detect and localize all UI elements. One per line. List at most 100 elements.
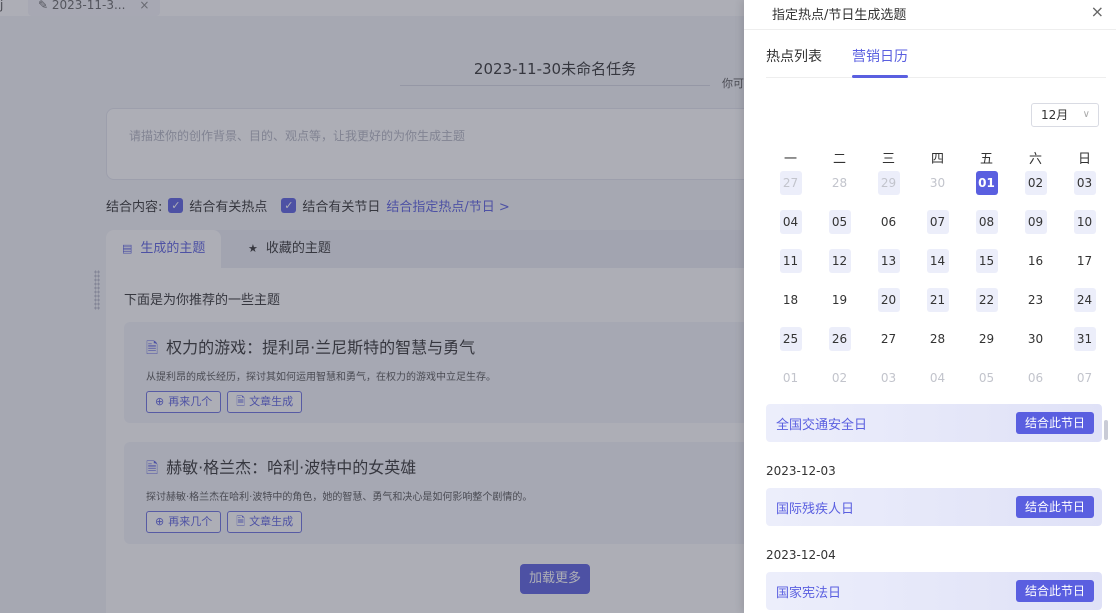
calendar-day[interactable]: 04 [913, 366, 962, 405]
calendar-day[interactable]: 13 [864, 249, 913, 288]
calendar-day[interactable]: 15 [962, 249, 1011, 288]
calendar-day-number: 19 [831, 293, 848, 307]
calendar-day[interactable]: 20 [864, 288, 913, 327]
calendar-day-number: 26 [828, 327, 851, 351]
calendar-day[interactable]: 12 [815, 249, 864, 288]
calendar-day-number: 05 [828, 210, 851, 234]
calendar-day[interactable]: 28 [913, 327, 962, 366]
holiday-name: 全国交通安全日 [776, 418, 868, 433]
calendar-day-number: 28 [929, 332, 946, 346]
calendar-day[interactable]: 11 [766, 249, 815, 288]
calendar-day-number: 25 [779, 327, 802, 351]
weekday-label: 六 [1028, 152, 1042, 167]
calendar-day-number: 30 [929, 176, 946, 190]
drawer-tabs: 热点列表 营销日历 [766, 44, 1106, 78]
calendar-day[interactable]: 18 [766, 288, 815, 327]
calendar-day[interactable]: 08 [962, 210, 1011, 249]
calendar-day-number: 29 [877, 171, 900, 195]
calendar-day[interactable]: 01 [766, 366, 815, 405]
calendar-day-number: 31 [1073, 327, 1096, 351]
calendar-day[interactable]: 30 [1011, 327, 1060, 366]
calendar-day[interactable]: 02 [815, 366, 864, 405]
calendar-day-number: 01 [975, 171, 998, 195]
calendar-day[interactable]: 17 [1060, 249, 1109, 288]
calendar-day[interactable]: 05 [815, 210, 864, 249]
calendar-day[interactable]: 31 [1060, 327, 1109, 366]
calendar-day-number: 06 [880, 215, 897, 229]
calendar-day[interactable]: 14 [913, 249, 962, 288]
calendar-day-number: 17 [1076, 254, 1093, 268]
calendar-day[interactable]: 22 [962, 288, 1011, 327]
calendar-day[interactable]: 29 [962, 327, 1011, 366]
calendar-day[interactable]: 01 [962, 171, 1011, 210]
hotspot-drawer: 指定热点/节日生成选题 × 热点列表 营销日历 12月 ∨ 一 二 三 四 五 … [744, 0, 1116, 613]
tab-hot-list[interactable]: 热点列表 [766, 46, 822, 66]
calendar-day-number: 04 [929, 371, 946, 385]
calendar-day[interactable]: 16 [1011, 249, 1060, 288]
combine-holiday-button[interactable]: 结合此节日 [1016, 496, 1094, 518]
calendar-day[interactable]: 29 [864, 171, 913, 210]
holiday-item: 国家宪法日 结合此节日 [766, 572, 1102, 610]
drawer-title: 指定热点/节日生成选题 [772, 8, 907, 23]
calendar-day[interactable]: 27 [766, 171, 815, 210]
weekday-label: 二 [832, 152, 846, 167]
holiday-name: 国家宪法日 [776, 586, 842, 601]
calendar-day[interactable]: 06 [864, 210, 913, 249]
calendar-day-number: 03 [1073, 171, 1096, 195]
weekday-label: 日 [1077, 152, 1091, 167]
drawer-header: 指定热点/节日生成选题 × [744, 0, 1116, 30]
calendar-day[interactable]: 02 [1011, 171, 1060, 210]
calendar-day-number: 05 [978, 371, 995, 385]
calendar-day-number: 16 [1027, 254, 1044, 268]
calendar-day[interactable]: 25 [766, 327, 815, 366]
calendar-day[interactable]: 26 [815, 327, 864, 366]
calendar-day[interactable]: 27 [864, 327, 913, 366]
calendar-day-number: 21 [926, 288, 949, 312]
calendar-day-number: 02 [1024, 171, 1047, 195]
active-tab-indicator [852, 75, 908, 78]
calendar-day[interactable]: 07 [913, 210, 962, 249]
calendar-day[interactable]: 19 [815, 288, 864, 327]
weekday-label: 三 [881, 152, 895, 167]
weekday-label: 四 [930, 152, 944, 167]
holiday-date: 2023-12-03 [766, 464, 836, 478]
calendar-day[interactable]: 30 [913, 171, 962, 210]
calendar-day[interactable]: 04 [766, 210, 815, 249]
calendar-day[interactable]: 28 [815, 171, 864, 210]
weekday-label: 一 [783, 152, 797, 167]
calendar-day-number: 03 [880, 371, 897, 385]
calendar-day[interactable]: 24 [1060, 288, 1109, 327]
calendar-day-number: 10 [1073, 210, 1096, 234]
calendar-day-number: 15 [975, 249, 998, 273]
calendar-day-number: 12 [828, 249, 851, 273]
calendar-day[interactable]: 10 [1060, 210, 1109, 249]
calendar-day[interactable]: 07 [1060, 366, 1109, 405]
calendar-day-number: 11 [779, 249, 802, 273]
calendar-day[interactable]: 23 [1011, 288, 1060, 327]
tab-marketing-calendar[interactable]: 营销日历 [852, 46, 908, 66]
calendar-day-number: 13 [877, 249, 900, 273]
calendar-day-number: 18 [782, 293, 799, 307]
calendar-day-number: 24 [1073, 288, 1096, 312]
calendar-day[interactable]: 06 [1011, 366, 1060, 405]
calendar-day-number: 02 [831, 371, 848, 385]
calendar-day[interactable]: 03 [1060, 171, 1109, 210]
calendar-day-number: 08 [975, 210, 998, 234]
close-icon[interactable]: × [1091, 2, 1104, 21]
calendar-day[interactable]: 03 [864, 366, 913, 405]
holiday-date: 2023-12-04 [766, 548, 836, 562]
calendar-day-number: 23 [1027, 293, 1044, 307]
month-value: 12月 [1041, 108, 1069, 122]
combine-holiday-button[interactable]: 结合此节日 [1016, 412, 1094, 434]
calendar-day[interactable]: 21 [913, 288, 962, 327]
calendar-day-number: 20 [877, 288, 900, 312]
scrollbar[interactable] [1104, 420, 1108, 440]
calendar-day[interactable]: 05 [962, 366, 1011, 405]
month-select[interactable]: 12月 ∨ [1031, 103, 1099, 127]
calendar-day[interactable]: 09 [1011, 210, 1060, 249]
holiday-name: 国际残疾人日 [776, 502, 855, 517]
calendar-day-number: 06 [1027, 371, 1044, 385]
calendar-day-number: 07 [926, 210, 949, 234]
combine-holiday-button[interactable]: 结合此节日 [1016, 580, 1094, 602]
chevron-down-icon: ∨ [1082, 109, 1090, 120]
